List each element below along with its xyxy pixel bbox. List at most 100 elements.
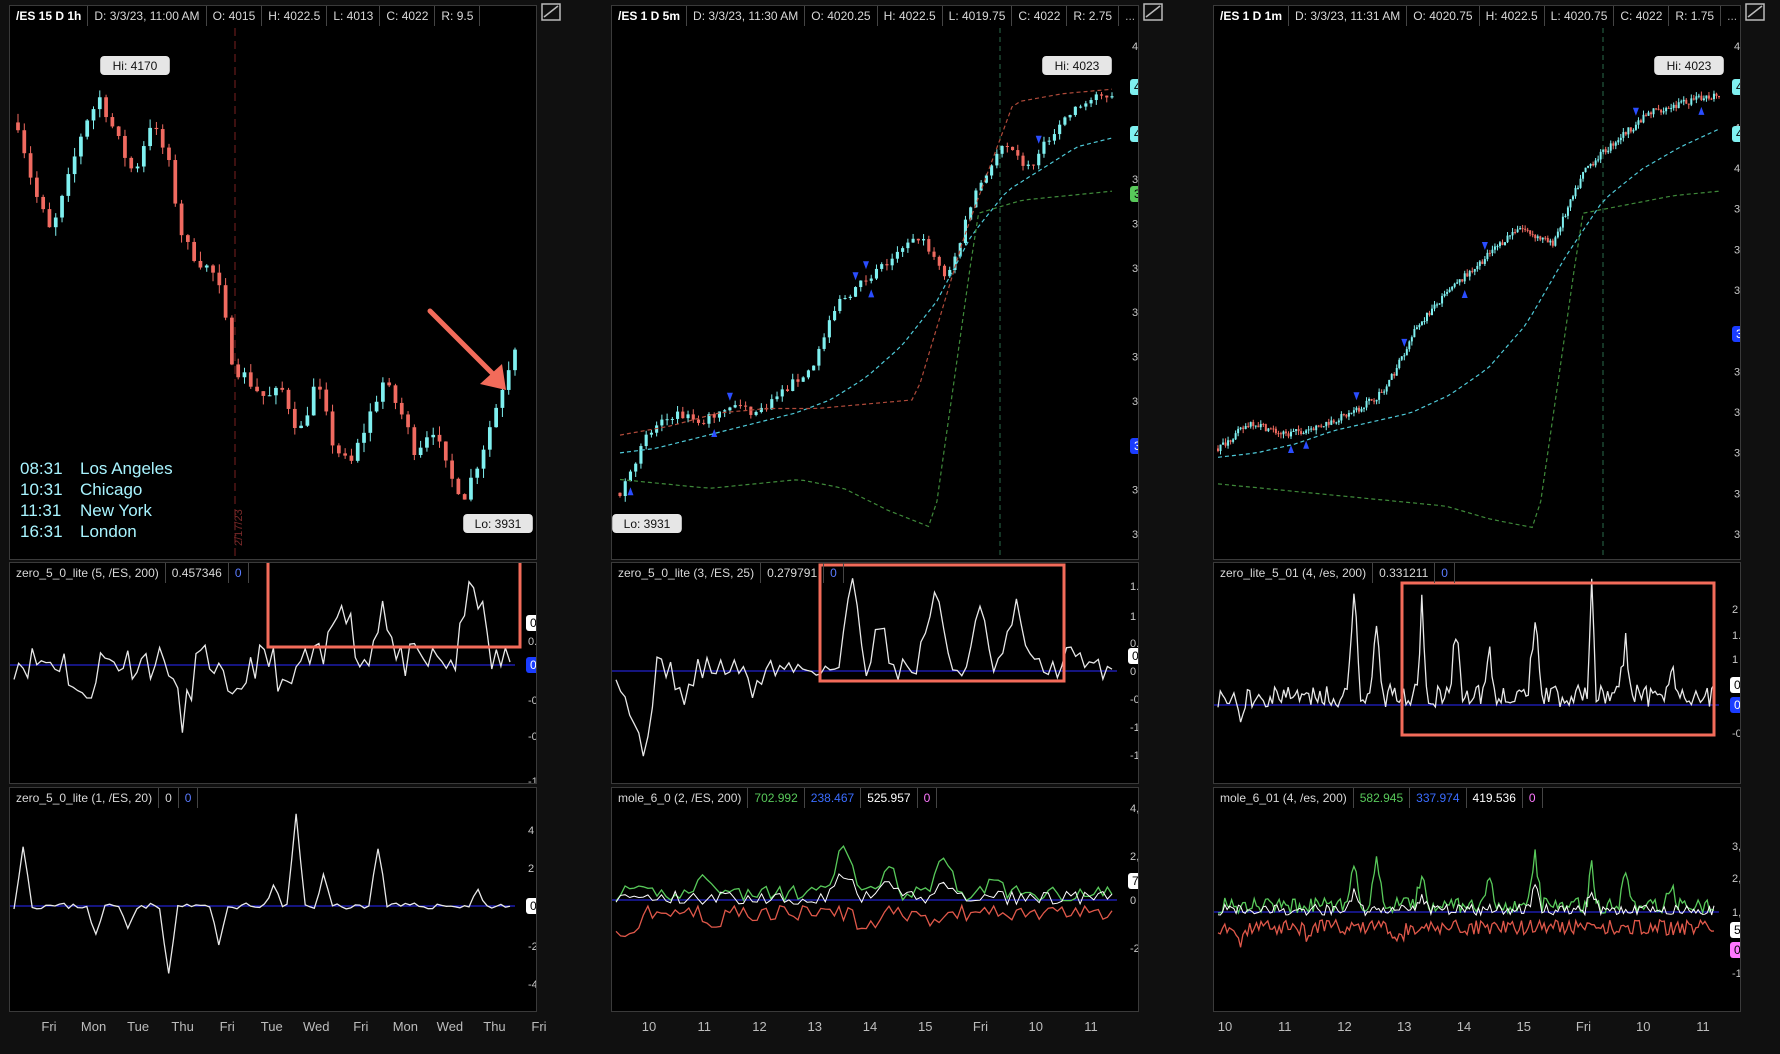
candle-body bbox=[1519, 228, 1522, 230]
extreme-label: Hi: 4023 bbox=[1667, 59, 1712, 73]
candle-body bbox=[1715, 93, 1718, 96]
candle-body bbox=[1234, 433, 1237, 440]
candle-body bbox=[812, 365, 816, 371]
candle-body bbox=[217, 272, 222, 286]
price-axis-label: 3924 bbox=[1734, 529, 1741, 541]
oscillator-panel-3a[interactable]: 21.510.5-0.50.330 zero_lite_5_01 (4, /es… bbox=[1213, 562, 1741, 784]
candle-body bbox=[135, 166, 140, 169]
drawing-tools-icon[interactable] bbox=[1143, 3, 1163, 21]
time-axis[interactable]: Fri Mon Tue Thu Fri Tue Wed Fri Mon Wed Thu Fri bbox=[9, 1014, 569, 1038]
candle-body bbox=[1690, 98, 1693, 105]
study-title[interactable]: zero_5_0_lite (1, /ES, 20) bbox=[10, 788, 160, 808]
candle-body bbox=[681, 411, 685, 419]
candle-body bbox=[1420, 321, 1423, 326]
oscillator-panel-3b[interactable]: 3,00 2,00 1,00 -1,00 582 0 mole_6_01 (4, /es,… bbox=[1213, 787, 1741, 1012]
study-title[interactable]: mole_6_01 (4, /es, 200) bbox=[1214, 788, 1354, 808]
time-axis-label: Wed bbox=[437, 1019, 464, 1034]
price-panel-3[interactable]: /ES 1 D 1m D: 3/3/23, 11:31 AM O: 4020.7… bbox=[1213, 5, 1741, 560]
oscillator-axis-label: -1,00 bbox=[1732, 968, 1741, 980]
candle-body bbox=[1685, 99, 1688, 104]
candle-body bbox=[462, 494, 467, 500]
price-plot[interactable]: 4031402240134004399539863977396839593950… bbox=[1214, 6, 1741, 560]
candle-body bbox=[1300, 431, 1303, 434]
candle-body bbox=[1516, 229, 1519, 233]
signal-arrow bbox=[1303, 440, 1310, 449]
candle-body bbox=[1317, 425, 1320, 427]
oscillator-panel-2b[interactable]: 4,000 2,000 0 -2,000 702.992 mole_6_0 (2, /E… bbox=[611, 787, 1139, 1012]
oscillator-axis-label: 0 bbox=[1130, 666, 1136, 678]
candle-body bbox=[1551, 240, 1554, 246]
candle-body bbox=[104, 97, 108, 118]
candle-body bbox=[1486, 252, 1489, 260]
study-badge: 0 bbox=[179, 788, 199, 808]
candle-body bbox=[895, 251, 899, 259]
oscillator-panel-1a[interactable]: 0.25 -0.25 -0.75 -1 0.45735 0 zero_5_0_lite (… bbox=[9, 562, 537, 784]
study-header: zero_lite_5_01 (4, /es, 200) 0.331211 0 bbox=[1214, 563, 1455, 583]
candle-body bbox=[1468, 271, 1471, 277]
candle-body bbox=[230, 317, 234, 365]
candle-body bbox=[1073, 106, 1077, 115]
time-axis-label: Tue bbox=[127, 1019, 149, 1034]
time-axis[interactable]: 10 11 12 13 14 15 Fri 10 11 bbox=[611, 1014, 1171, 1038]
candle-body bbox=[744, 405, 748, 407]
study-title[interactable]: zero_5_0_lite (5, /ES, 200) bbox=[10, 563, 166, 583]
candle-body bbox=[1509, 235, 1512, 237]
candle-body bbox=[1614, 142, 1617, 146]
price-plot[interactable]: 4031.524013.174004.413995.423986.453977.… bbox=[612, 6, 1139, 560]
study-value-white: 525.957 bbox=[861, 788, 918, 808]
candle-body bbox=[343, 453, 348, 456]
candle-body bbox=[1544, 237, 1547, 239]
highlight-box bbox=[1400, 581, 1716, 737]
candle-body bbox=[817, 348, 821, 366]
candle-body bbox=[869, 278, 873, 281]
candle-body bbox=[723, 410, 727, 412]
candle-body bbox=[1589, 163, 1592, 166]
candle-body bbox=[1052, 134, 1056, 141]
candle-body bbox=[1707, 95, 1710, 99]
candle-body bbox=[670, 418, 674, 420]
study-title[interactable]: zero_lite_5_01 (4, /es, 200) bbox=[1214, 563, 1374, 583]
study-title[interactable]: zero_5_0_lite (3, /ES, 25) bbox=[612, 563, 762, 583]
oscillator-line bbox=[13, 813, 511, 974]
oscillator-panel-1b[interactable]: 4 2 -2 -4 0 zero_5_0_lite (1, /ES, 20) 0 0 bbox=[9, 787, 537, 1012]
candle-body bbox=[1380, 391, 1383, 393]
candle-body bbox=[1524, 228, 1527, 230]
time-axis-label: 10 bbox=[642, 1019, 656, 1034]
price-tag-label: 4022 bbox=[1736, 80, 1741, 94]
oscillator-line bbox=[1217, 578, 1715, 723]
signal-arrow bbox=[1353, 392, 1360, 401]
drawing-tools-icon[interactable] bbox=[1745, 3, 1765, 21]
moving-average-line bbox=[1217, 128, 1720, 458]
candle-body bbox=[368, 411, 373, 433]
clock-city: New York bbox=[80, 501, 152, 520]
moving-average-line bbox=[619, 137, 1113, 454]
candle-body bbox=[880, 264, 884, 269]
study-title[interactable]: mole_6_0 (2, /ES, 200) bbox=[612, 788, 749, 808]
candle-body bbox=[639, 446, 643, 464]
oscillator-panel-2a[interactable]: 1.510.50-0.5-1-1.50.27979 zero_5_0_lite … bbox=[611, 562, 1139, 784]
candle-body bbox=[1383, 391, 1386, 393]
candle-body bbox=[1262, 424, 1265, 426]
candle-body bbox=[1657, 108, 1660, 110]
candle-body bbox=[1612, 143, 1615, 146]
candle-body bbox=[1400, 356, 1403, 360]
signal-arrow bbox=[1481, 242, 1488, 251]
time-axis[interactable]: 10 11 12 13 14 15 Fri 10 11 bbox=[1213, 1014, 1773, 1038]
candle-body bbox=[1423, 321, 1426, 323]
drawing-tools-icon[interactable] bbox=[541, 3, 561, 21]
oscillator-axis-label: 0.25 bbox=[528, 636, 537, 648]
study-badge: 0 bbox=[229, 563, 249, 583]
candle-body bbox=[1079, 106, 1083, 108]
candle-body bbox=[1388, 379, 1391, 387]
candle-body bbox=[885, 264, 889, 266]
candle-body bbox=[292, 408, 297, 429]
price-panel-2[interactable]: /ES 1 D 5m D: 3/3/23, 11:30 AM O: 4020.2… bbox=[611, 5, 1139, 560]
oscillator-axis-label: -4 bbox=[528, 979, 537, 991]
study-value-green: 582.945 bbox=[1354, 788, 1411, 808]
candle-body bbox=[1352, 410, 1355, 413]
price-panel-1[interactable]: /ES 15 D 1h D: 3/3/23, 11:00 AM O: 4015 … bbox=[9, 5, 537, 560]
candle-body bbox=[1438, 303, 1441, 305]
signal-arrow bbox=[627, 487, 634, 496]
time-axis-label: Tue bbox=[261, 1019, 283, 1034]
candle-body bbox=[702, 422, 706, 424]
